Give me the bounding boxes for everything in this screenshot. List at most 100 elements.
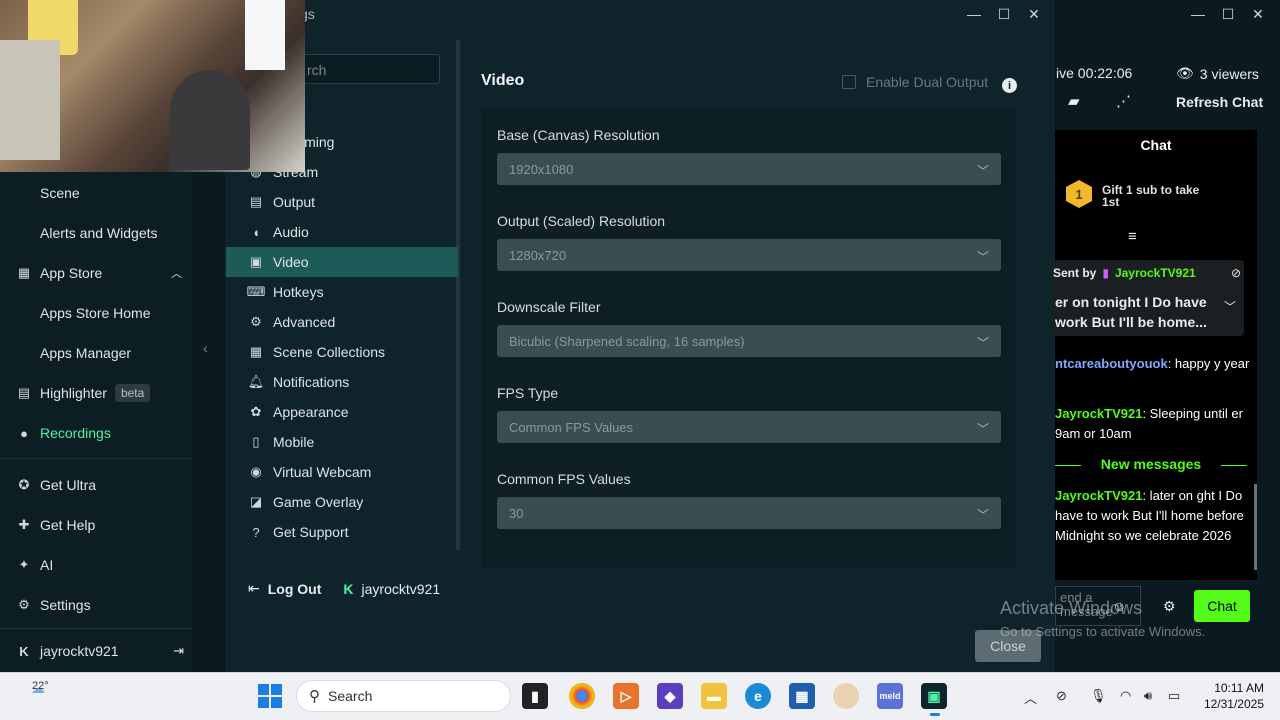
- taskbar-search-label: Search: [328, 688, 373, 704]
- nav-recordings[interactable]: ● Recordings: [0, 418, 192, 448]
- nav-alerts-widgets[interactable]: Alerts and Widgets: [0, 218, 192, 248]
- nav-account[interactable]: Kjayrocktv921 ⇥: [0, 636, 192, 666]
- close-icon[interactable]: ✕: [1248, 4, 1268, 24]
- nav-highlighter[interactable]: ▤ Highlighter beta: [0, 378, 192, 408]
- settings-item-game-overlay[interactable]: ◪ Game Overlay: [226, 487, 458, 517]
- base-resolution-select[interactable]: 1920x1080 ﹀: [497, 153, 1001, 185]
- settings-search-input[interactable]: rch: [300, 54, 440, 84]
- chat-username[interactable]: JayrockTV921: [1055, 488, 1142, 503]
- nav-label: Highlighter: [40, 385, 107, 401]
- nav-label: jayrocktv921: [40, 643, 119, 659]
- start-icon[interactable]: [258, 684, 282, 708]
- maximize-icon[interactable]: ☐: [1218, 4, 1238, 24]
- unpin-icon[interactable]: ⊘: [1231, 266, 1241, 280]
- select-value: Common FPS Values: [509, 419, 634, 435]
- chat-scrollbar[interactable]: [1254, 484, 1257, 570]
- page-title: Video: [481, 72, 525, 89]
- chevron-up-icon: ︿: [171, 268, 182, 280]
- streamlabs-icon[interactable]: ▣: [921, 683, 947, 709]
- settings-item-label: Get Support: [273, 524, 349, 540]
- chat-title: Chat: [1055, 130, 1257, 160]
- chevron-down-icon: ﹀: [976, 250, 989, 264]
- filter-icon[interactable]: ≡: [1128, 228, 1137, 245]
- taskbar-search[interactable]: ⚲ Search: [296, 680, 511, 712]
- meld-icon[interactable]: meld: [877, 683, 903, 709]
- minimize-icon[interactable]: —: [964, 4, 984, 24]
- nav-apps-manager[interactable]: Apps Manager: [0, 338, 192, 368]
- app-icon-round[interactable]: [833, 683, 859, 709]
- chat-username[interactable]: JayrockTV921: [1055, 406, 1142, 421]
- field-label: Common FPS Values: [497, 471, 631, 487]
- settings-item-label: Appearance: [273, 404, 349, 420]
- settings-item-virtual-webcam[interactable]: ◉ Virtual Webcam: [226, 457, 458, 487]
- collections-icon: ▦: [249, 344, 263, 359]
- share-icon[interactable]: ⋰: [1116, 92, 1131, 110]
- settings-item-scene-collections[interactable]: ▦ Scene Collections: [226, 337, 458, 367]
- info-icon[interactable]: i: [1002, 78, 1017, 93]
- wifi-icon[interactable]: ◠: [1120, 688, 1131, 704]
- output-resolution-select[interactable]: 1280x720 ﹀: [497, 239, 1001, 271]
- highlighter-icon: ▤: [17, 385, 31, 400]
- new-messages-divider[interactable]: New messages: [1055, 456, 1247, 472]
- logout-arrow-icon[interactable]: ⇥: [173, 643, 184, 659]
- gift-icon[interactable]: ▰: [1068, 92, 1080, 110]
- settings-item-get-support[interactable]: ? Get Support: [226, 517, 458, 547]
- logout-button[interactable]: Log Out: [268, 581, 322, 597]
- settings-item-appearance[interactable]: ✿ Appearance: [226, 397, 458, 427]
- nav-scene[interactable]: Scene: [0, 178, 192, 208]
- downscale-filter-select[interactable]: Bicubic (Sharpened scaling, 16 samples) ﹀: [497, 325, 1001, 357]
- chat-username[interactable]: ntcareaboutyouok: [1055, 356, 1168, 371]
- select-value: Bicubic (Sharpened scaling, 16 samples): [509, 333, 745, 349]
- network-off-icon[interactable]: ⊘: [1056, 688, 1067, 704]
- collapse-nav-icon[interactable]: ‹: [203, 340, 208, 356]
- minimize-icon[interactable]: —: [1188, 4, 1208, 24]
- advanced-icon: ⚙: [250, 314, 262, 329]
- send-chat-button[interactable]: Chat: [1194, 590, 1250, 622]
- settings-item-audio[interactable]: ◖ Audio: [226, 217, 458, 247]
- fps-type-select[interactable]: Common FPS Values ﹀: [497, 411, 1001, 443]
- file-explorer-icon[interactable]: ▬: [701, 683, 727, 709]
- chrome-icon[interactable]: [569, 683, 595, 709]
- chevron-up-icon[interactable]: ︿: [1024, 688, 1037, 707]
- dual-output-toggle[interactable]: Enable Dual Output: [842, 74, 988, 90]
- microphone-icon[interactable]: 🎙︎: [1090, 688, 1107, 704]
- task-view-icon[interactable]: ▮: [522, 683, 548, 709]
- nav-label: Recordings: [40, 425, 111, 441]
- battery-icon[interactable]: ▭: [1168, 688, 1180, 704]
- gift-sub-text[interactable]: Gift 1 sub to take 1st: [1102, 184, 1212, 208]
- dual-output-checkbox[interactable]: [842, 75, 856, 89]
- settings-item-output[interactable]: ▤ Output: [226, 187, 458, 217]
- nav-ai[interactable]: ✦ AI: [0, 550, 192, 580]
- settings-item-mobile[interactable]: ▯ Mobile: [226, 427, 458, 457]
- edge-icon[interactable]: e: [745, 683, 771, 709]
- nav-get-help[interactable]: ✚ Get Help: [0, 510, 192, 540]
- nav-get-ultra[interactable]: ✪ Get Ultra: [0, 470, 192, 500]
- door: [0, 40, 60, 160]
- settings-item-video[interactable]: ▣ Video: [226, 247, 458, 277]
- chat-message: JayrockTV921: later on ght I Do have to …: [1055, 486, 1251, 546]
- eye-icon: 👁︎: [1176, 65, 1194, 81]
- app-icon-orange[interactable]: ▷: [613, 683, 639, 709]
- store-icon: ▦: [17, 265, 31, 280]
- chevron-down-icon[interactable]: ﹀: [1224, 298, 1236, 315]
- volume-icon[interactable]: 🔊︎: [1144, 688, 1152, 704]
- m365-icon[interactable]: ◆: [657, 683, 683, 709]
- fps-value-select[interactable]: 30 ﹀: [497, 497, 1001, 529]
- nav-app-store[interactable]: ▦ App Store ︿: [0, 258, 192, 288]
- settings-item-advanced[interactable]: ⚙ Advanced: [226, 307, 458, 337]
- close-icon[interactable]: ✕: [1024, 4, 1044, 24]
- gear-icon[interactable]: ⚙: [1163, 598, 1176, 615]
- store-icon[interactable]: ▦: [789, 683, 815, 709]
- settings-item-notifications[interactable]: 🔔︎ Notifications: [226, 367, 458, 397]
- viewer-count-label: 3 viewers: [1199, 65, 1259, 82]
- ai-icon: ✦: [18, 557, 30, 572]
- weather-widget[interactable]: ☁ 22°: [20, 680, 56, 697]
- pinned-username[interactable]: JayrockTV921: [1115, 266, 1196, 280]
- settings-item-hotkeys[interactable]: ⌨ Hotkeys: [226, 277, 458, 307]
- nav-apps-store-home[interactable]: Apps Store Home: [0, 298, 192, 328]
- system-clock[interactable]: 10:11 AM 12/31/2025: [1196, 680, 1264, 712]
- refresh-chat-button[interactable]: Refresh Chat: [1176, 94, 1263, 110]
- nav-settings[interactable]: ⚙ Settings: [0, 590, 192, 620]
- clock-date: 12/31/2025: [1203, 697, 1264, 711]
- maximize-icon[interactable]: ☐: [994, 4, 1014, 24]
